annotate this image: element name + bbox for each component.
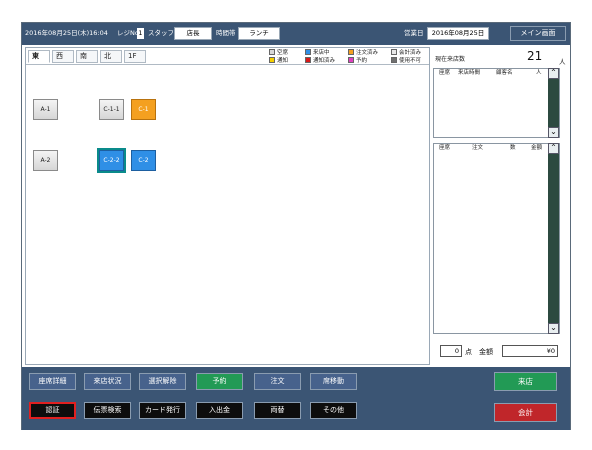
tab-north[interactable]: 北 (100, 50, 122, 63)
points-unit: 点 (465, 348, 472, 356)
legend-ordered: 注文済み (348, 49, 378, 57)
cash-in-out-button[interactable]: 入出金 (196, 402, 243, 419)
pos-window: 2016年08月25日(木)16:04 レジNo 1 スタッフ 店長 時間帯 ラ… (21, 22, 571, 430)
legend-empty: 空席 (269, 49, 288, 57)
register-no: 1 (137, 28, 144, 39)
seat-a-2[interactable]: A-2 (33, 150, 58, 171)
top-bar: 2016年08月25日(木)16:04 レジNo 1 スタッフ 店長 時間帯 ラ… (22, 23, 570, 45)
business-day-field: 2016年08月25日 (427, 27, 489, 40)
timeslot-label: 時間帯 (216, 29, 236, 37)
bottom-toolbar: 座席詳細 来店状況 選択解除 予約 注文 席移動 認証 伝票検索 カード発行 入… (22, 367, 570, 430)
clear-selection-button[interactable]: 選択解除 (139, 373, 186, 390)
order-list: 座席 注文 数 金額 (433, 143, 560, 334)
col-people: 人 (536, 70, 542, 76)
legend-label: 注文済み (356, 50, 379, 56)
visitor-count-label: 現在来店数 (435, 56, 466, 63)
legend-paid: 会計済み (391, 49, 421, 57)
scroll-up-icon[interactable]: ⌃ (548, 143, 559, 154)
timeslot-field[interactable]: ランチ (238, 27, 280, 40)
floor-map: 東 西 南 北 1F 空席 来店中 注文済み 会計済み 通知 通知済み 予約 使… (25, 47, 430, 365)
col-amount: 金額 (531, 145, 543, 151)
visitor-unit: 人 (559, 58, 566, 66)
legend-label: 来店中 (313, 50, 330, 56)
order-button[interactable]: 注文 (254, 373, 301, 390)
points-field: 0 (440, 345, 462, 357)
auth-button[interactable]: 認証 (29, 402, 76, 419)
move-seat-button[interactable]: 席移動 (310, 373, 357, 390)
scroll-down-icon[interactable]: ⌄ (548, 127, 559, 138)
legend-swatch (305, 57, 311, 63)
amount-label: 金額 (479, 348, 493, 356)
col-seat: 座席 (439, 70, 451, 76)
legend-label: 会計済み (399, 50, 422, 56)
seat-c-1[interactable]: C-1 (131, 99, 156, 120)
other-button[interactable]: その他 (310, 402, 357, 419)
reservation-button[interactable]: 予約 (196, 373, 243, 390)
col-customer: 顧客名 (496, 70, 513, 76)
tab-divider (26, 64, 429, 65)
issue-card-button[interactable]: カード発行 (139, 402, 186, 419)
visit-status-button[interactable]: 来店状況 (84, 373, 131, 390)
col-order: 注文 (472, 145, 484, 151)
scroll-up-icon[interactable]: ⌃ (548, 68, 559, 79)
legend-visiting: 来店中 (305, 49, 330, 57)
legend-swatch (391, 49, 397, 55)
order-list-scrollbar[interactable]: ⌃ ⌄ (548, 143, 559, 334)
tab-east[interactable]: 東 (28, 50, 50, 63)
staff-label: スタッフ (148, 29, 174, 37)
visit-list-scrollbar[interactable]: ⌃ ⌄ (548, 68, 559, 138)
tab-west[interactable]: 西 (52, 50, 74, 63)
register-label: レジNo (117, 29, 139, 37)
tab-1f[interactable]: 1F (124, 50, 146, 63)
col-visit-time: 来店時間 (458, 70, 481, 76)
legend-swatch (269, 57, 275, 63)
scroll-down-icon[interactable]: ⌄ (548, 323, 559, 334)
legend-swatch (348, 57, 354, 63)
seat-c-2[interactable]: C-2 (131, 150, 156, 171)
datetime: 2016年08月25日(木)16:04 (25, 29, 108, 37)
legend-label: 空席 (277, 50, 289, 56)
main-screen-button[interactable]: メイン画面 (510, 26, 566, 41)
legend-swatch (348, 49, 354, 55)
visit-list: 座席 来店時間 顧客名 人 (433, 68, 560, 138)
col-qty: 数 (510, 145, 516, 151)
exchange-button[interactable]: 両替 (254, 402, 301, 419)
seat-c-1-1[interactable]: C-1-1 (99, 99, 124, 120)
staff-field[interactable]: 店長 (174, 27, 212, 40)
tab-south[interactable]: 南 (76, 50, 98, 63)
seat-a-1[interactable]: A-1 (33, 99, 58, 120)
col-seat: 座席 (439, 145, 451, 151)
business-day-label: 営業日 (404, 29, 424, 37)
legend-swatch (305, 49, 311, 55)
checkout-button[interactable]: 会計 (494, 403, 557, 422)
visit-button[interactable]: 来店 (494, 372, 557, 391)
legend-swatch (269, 49, 275, 55)
amount-field: ¥0 (502, 345, 558, 357)
seat-c-2-2[interactable]: C-2-2 (97, 148, 126, 173)
slip-search-button[interactable]: 伝票検索 (84, 402, 131, 419)
visitor-count: 21 (527, 49, 543, 63)
legend-swatch (391, 57, 397, 63)
seat-detail-button[interactable]: 座席詳細 (29, 373, 76, 390)
